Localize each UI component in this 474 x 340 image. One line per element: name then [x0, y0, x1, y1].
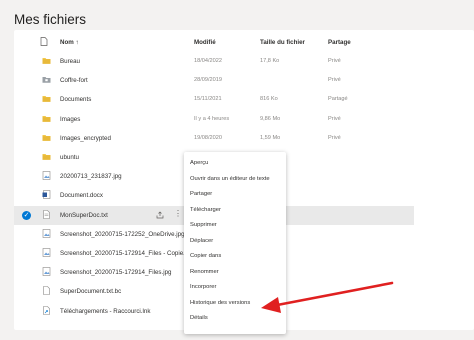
red-arrow-annotation	[261, 281, 394, 313]
